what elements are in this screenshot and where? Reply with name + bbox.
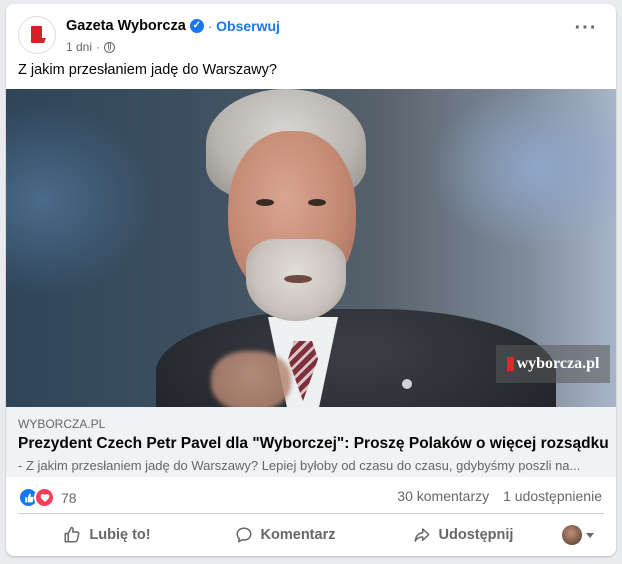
- post-image[interactable]: wyborcza.pl: [6, 89, 616, 407]
- watermark-text: wyborcza.pl: [516, 355, 600, 372]
- viewer-avatar: [562, 525, 582, 545]
- more-icon[interactable]: ···: [572, 18, 600, 42]
- audience-selector[interactable]: [552, 525, 604, 545]
- photo-eye-left: [256, 199, 274, 206]
- time-separator: ·: [96, 40, 101, 54]
- photo-eye-right: [308, 199, 326, 206]
- like-button[interactable]: Lubię to!: [18, 518, 196, 552]
- actions-divider: [18, 513, 604, 514]
- name-row: Gazeta Wyborcza ✓ · Obserwuj: [66, 16, 280, 36]
- link-preview[interactable]: WYBORCZA.PL Prezydent Czech Petr Pavel d…: [6, 407, 616, 477]
- engagement-counts: 30 komentarzy 1 udostępnienie: [397, 488, 602, 504]
- comment-button[interactable]: Komentarz: [196, 518, 374, 552]
- globe-icon: [104, 41, 116, 53]
- share-icon: [413, 526, 431, 544]
- photo-lapel-pin: [402, 379, 412, 389]
- post-stats: 78 30 komentarzy 1 udostępnienie: [18, 485, 604, 508]
- reactions-summary[interactable]: 78: [18, 487, 77, 508]
- link-headline[interactable]: Prezydent Czech Petr Pavel dla "Wyborcze…: [18, 435, 609, 453]
- like-icon: [63, 526, 81, 544]
- follow-button[interactable]: Obserwuj: [216, 18, 280, 34]
- verified-badge-icon: ✓: [189, 19, 204, 33]
- shares-count[interactable]: 1 udostępnienie: [503, 488, 602, 504]
- love-reaction-icon: [34, 487, 55, 508]
- link-description: - Z jakim przesłaniem jadę do Warszawy? …: [18, 458, 581, 473]
- page-avatar[interactable]: [18, 16, 56, 54]
- comment-label: Komentarz: [260, 527, 336, 543]
- watermark-logo-icon: [506, 357, 514, 371]
- post-header: Gazeta Wyborcza ✓ · Obserwuj 1 dni · ···: [18, 14, 604, 58]
- name-separator: ·: [207, 18, 213, 34]
- like-label: Lubię to!: [89, 527, 151, 543]
- comment-icon: [235, 526, 253, 544]
- page-name[interactable]: Gazeta Wyborcza: [66, 18, 186, 34]
- reaction-count: 78: [61, 489, 77, 506]
- post-card: Gazeta Wyborcza ✓ · Obserwuj 1 dni · ···…: [6, 4, 616, 556]
- post-meta: 1 dni ·: [66, 39, 116, 55]
- post-text: Z jakim przesłaniem jadę do Warszawy?: [18, 62, 277, 78]
- chevron-down-icon: [586, 532, 594, 538]
- image-watermark: wyborcza.pl: [496, 345, 610, 383]
- gazeta-logo-icon: [31, 26, 42, 43]
- link-domain: WYBORCZA.PL: [18, 417, 106, 431]
- share-label: Udostępnij: [438, 527, 514, 543]
- action-bar: Lubię to! Komentarz Udostępnij: [18, 517, 604, 553]
- photo-mouth: [284, 275, 312, 283]
- photo-hand: [211, 351, 291, 407]
- comments-count[interactable]: 30 komentarzy: [397, 488, 489, 504]
- share-button[interactable]: Udostępnij: [374, 518, 552, 552]
- post-time[interactable]: 1 dni: [66, 40, 92, 54]
